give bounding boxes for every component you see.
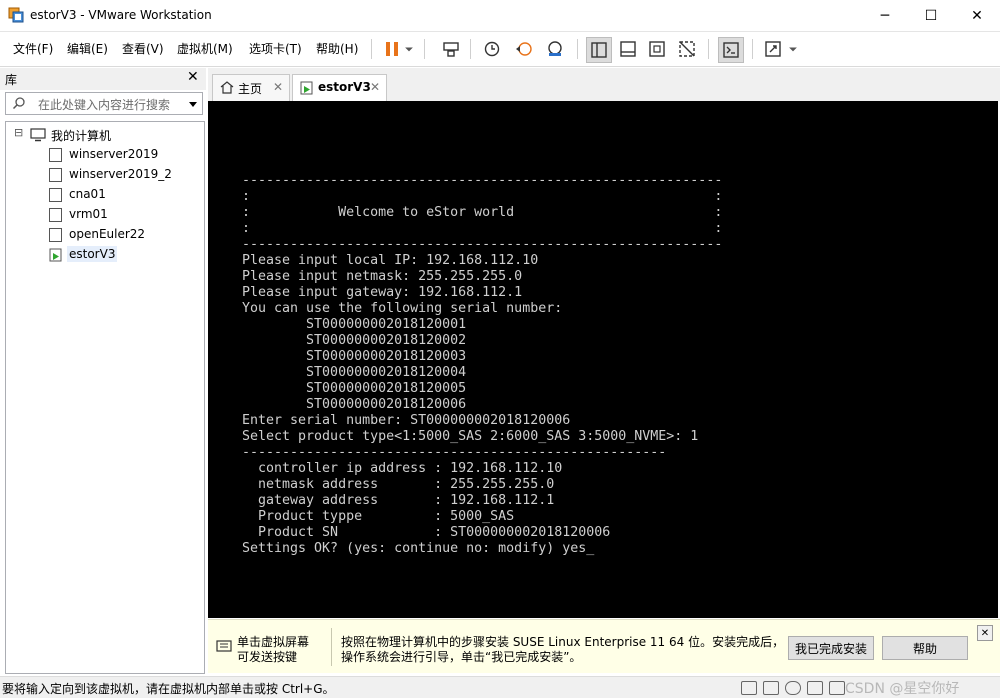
status-bar: 要将输入定向到该虚拟机，请在虚拟机内部单击或按 Ctrl+G。 CSDN @星空… xyxy=(0,676,1000,698)
vmware-app-icon xyxy=(8,7,24,23)
running-vm-icon xyxy=(300,81,314,98)
hint-close-icon[interactable]: ✕ xyxy=(977,625,993,641)
menu-bar: 文件(F) 编辑(E) 查看(V) 虚拟机(M) 选项卡(T) 帮助(H) xyxy=(0,32,1000,67)
menu-vm[interactable]: 虚拟机(M) xyxy=(177,40,233,57)
send-ctrl-alt-del-icon[interactable] xyxy=(439,37,463,61)
tab-estorv3[interactable]: estorV3 ✕ xyxy=(292,74,387,102)
tree-root-my-computer[interactable]: 我的计算机 xyxy=(51,127,111,144)
tree-vm-vrm01[interactable]: vrm01 xyxy=(69,207,108,221)
home-icon xyxy=(220,81,234,97)
hard-disk-icon[interactable] xyxy=(741,681,757,695)
console-output: ----------------------------------------… xyxy=(242,173,722,557)
tree-vm-cna01[interactable]: cna01 xyxy=(69,187,106,201)
vm-icon xyxy=(49,148,62,162)
toolbar-separator xyxy=(708,39,709,59)
watermark: CSDN @星空你好 xyxy=(845,681,960,697)
minimize-button[interactable]: ─ xyxy=(862,0,908,31)
install-done-button[interactable]: 我已完成安装 xyxy=(788,636,874,660)
tab-home-label: 主页 xyxy=(238,82,263,96)
tab-close-icon[interactable]: ✕ xyxy=(370,80,380,94)
menu-tabs[interactable]: 选项卡(T) xyxy=(249,40,302,57)
vm-console[interactable]: ----------------------------------------… xyxy=(208,101,998,618)
library-header: 库 ✕ xyxy=(0,68,206,90)
menu-edit[interactable]: 编辑(E) xyxy=(67,40,108,57)
tab-estorv3-label: estorV3 xyxy=(318,80,371,94)
show-library-icon[interactable] xyxy=(586,37,612,63)
snapshot-icon[interactable] xyxy=(480,37,504,61)
menu-view[interactable]: 查看(V) xyxy=(122,40,164,57)
computer-icon xyxy=(30,128,46,145)
install-hint-bar: 单击虚拟屏幕 可发送按键 按照在物理计算机中的步骤安装 SUSE Linux E… xyxy=(208,619,1000,673)
toolbar-separator xyxy=(424,39,425,59)
tree-collapse-icon[interactable]: ⊟ xyxy=(14,126,23,139)
console-text: ----------------------------------------… xyxy=(242,173,723,556)
hint-message-line2: 操作系统会进行引导，单击“我已完成安装”。 xyxy=(341,650,582,664)
menu-file[interactable]: 文件(F) xyxy=(13,40,53,57)
full-screen-icon[interactable] xyxy=(645,37,669,61)
maximize-button[interactable]: ☐ xyxy=(908,0,954,31)
console-view-icon[interactable] xyxy=(718,37,744,63)
running-vm-icon xyxy=(49,248,63,265)
tab-home[interactable]: 主页 ✕ xyxy=(212,74,290,102)
tab-close-icon[interactable]: ✕ xyxy=(273,80,283,94)
vm-icon xyxy=(49,228,62,242)
tab-strip: 主页 ✕ estorV3 ✕ xyxy=(208,68,1000,102)
close-button[interactable]: ✕ xyxy=(954,0,1000,31)
tree-vm-winserver2019-2[interactable]: winserver2019_2 xyxy=(69,167,172,181)
toolbar-separator xyxy=(470,39,471,59)
revert-snapshot-icon[interactable] xyxy=(512,37,536,61)
window-title: estorV3 - VMware Workstation xyxy=(30,8,212,22)
console-divider: ----------------------------------------… xyxy=(242,445,667,460)
chevron-down-icon[interactable] xyxy=(786,37,800,61)
hint-divider xyxy=(331,628,332,666)
library-title: 库 xyxy=(5,73,18,87)
toolbar-separator xyxy=(371,39,372,59)
library-close-icon[interactable]: ✕ xyxy=(187,69,199,85)
stretch-guest-icon[interactable] xyxy=(761,37,785,61)
unity-mode-icon[interactable] xyxy=(675,37,699,61)
library-search-input[interactable]: 在此处键入内容进行搜索 xyxy=(5,92,203,115)
toolbar-separator xyxy=(577,39,578,59)
search-placeholder: 在此处键入内容进行搜索 xyxy=(38,98,171,112)
menu-help[interactable]: 帮助(H) xyxy=(316,40,358,57)
thumbnail-bar-icon[interactable] xyxy=(616,37,640,61)
toolbar-separator xyxy=(752,39,753,59)
tree-vm-winserver2019[interactable]: winserver2019 xyxy=(69,147,158,161)
library-tree: ⊟ 我的计算机 winserver2019 winserver2019_2 cn… xyxy=(5,121,205,674)
help-button[interactable]: 帮助 xyxy=(882,636,968,660)
tree-vm-openeuler22[interactable]: openEuler22 xyxy=(69,227,145,241)
tree-vm-estorv3[interactable]: estorV3 xyxy=(67,246,118,262)
vm-icon xyxy=(49,208,62,222)
network-adapter-icon[interactable] xyxy=(807,681,823,695)
search-dropdown-icon[interactable] xyxy=(188,98,198,112)
search-icon xyxy=(12,96,26,113)
title-bar: estorV3 - VMware Workstation ─ ☐ ✕ xyxy=(0,0,1000,32)
vm-icon xyxy=(49,168,62,182)
status-text: 要将输入定向到该虚拟机，请在虚拟机内部单击或按 Ctrl+G。 xyxy=(2,682,335,696)
floppy-icon[interactable] xyxy=(785,681,801,695)
cd-drive-icon[interactable] xyxy=(763,681,779,695)
usb-icon[interactable] xyxy=(829,681,845,695)
keyboard-icon xyxy=(216,639,232,656)
vm-icon xyxy=(49,188,62,202)
snapshot-manager-icon[interactable] xyxy=(543,37,567,61)
pause-icon[interactable] xyxy=(380,37,404,61)
hint-left-line2: 可发送按键 xyxy=(237,650,298,664)
chevron-down-icon[interactable] xyxy=(402,37,416,61)
